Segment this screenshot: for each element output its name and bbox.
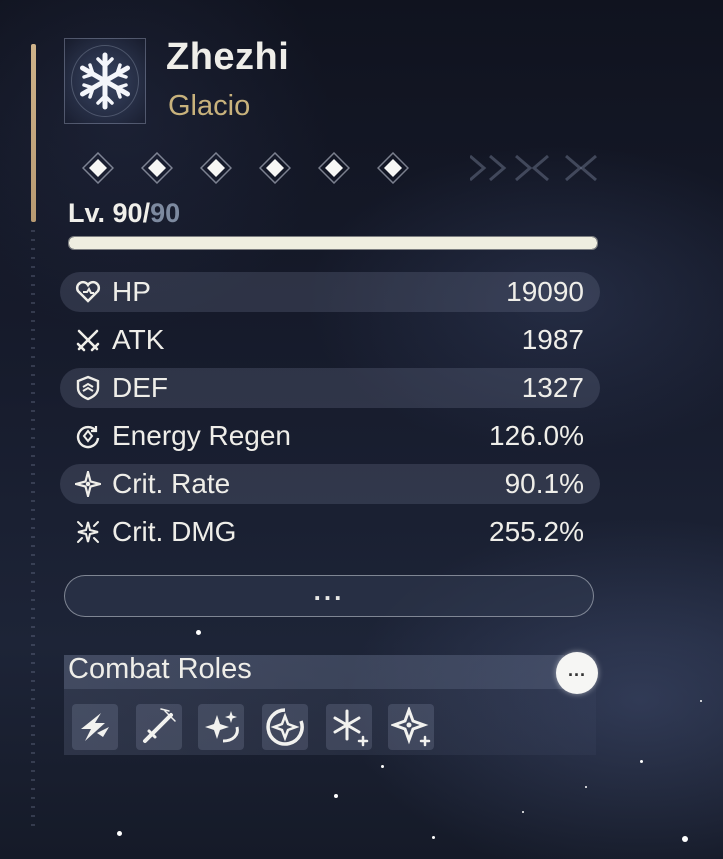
crit-rate-icon bbox=[74, 470, 102, 498]
more-stats-label: ... bbox=[313, 575, 345, 606]
diamond-icon[interactable] bbox=[259, 152, 291, 184]
heart-icon bbox=[74, 278, 102, 306]
decorative-divider bbox=[31, 230, 35, 830]
stat-value: 19090 bbox=[506, 276, 584, 307]
stat-value: 255.2% bbox=[489, 516, 584, 547]
stat-label: ATK bbox=[112, 324, 165, 355]
stat-value: 126.0% bbox=[489, 420, 584, 451]
accent-bar bbox=[31, 44, 36, 222]
character-element: Glacio bbox=[168, 90, 251, 122]
more-stats-button[interactable]: ... bbox=[64, 575, 594, 617]
combat-roles-header: Combat Roles bbox=[64, 653, 564, 689]
stat-label: DEF bbox=[112, 372, 168, 403]
stat-label: HP bbox=[112, 276, 151, 307]
sparkle-swirl-icon[interactable] bbox=[198, 704, 244, 750]
element-emblem bbox=[64, 38, 146, 124]
stat-label: Crit. Rate bbox=[112, 468, 231, 499]
stat-label: Crit. DMG bbox=[112, 516, 237, 547]
crit-dmg-icon bbox=[74, 518, 102, 546]
combat-roles-title: Combat Roles bbox=[68, 653, 252, 685]
snowflake-plus-icon[interactable] bbox=[326, 704, 372, 750]
star-circle-icon[interactable] bbox=[262, 704, 308, 750]
energy-regen-icon bbox=[74, 422, 102, 450]
diamond-icon[interactable] bbox=[200, 152, 232, 184]
stat-label: Energy Regen bbox=[112, 420, 292, 451]
stat-row-energy-regen: Energy Regen 126.0% bbox=[60, 412, 600, 460]
stat-row-def: DEF 1327 bbox=[60, 368, 600, 408]
stat-value: 1327 bbox=[521, 372, 584, 403]
character-name: Zhezhi bbox=[166, 36, 290, 78]
diamond-icon[interactable] bbox=[377, 152, 409, 184]
diamond-icon[interactable] bbox=[318, 152, 350, 184]
stats-list: HP 19090 ATK 1987 DEF 1327 Energy Regen … bbox=[60, 268, 600, 556]
lightning-icon[interactable] bbox=[72, 704, 118, 750]
stat-row-hp: HP 19090 bbox=[60, 272, 600, 312]
diamond-icon[interactable] bbox=[82, 152, 114, 184]
stat-value: 90.1% bbox=[504, 468, 584, 499]
combat-roles-info-button[interactable]: ... bbox=[556, 652, 598, 694]
star-plus-icon[interactable] bbox=[388, 704, 434, 750]
stat-row-atk: ATK 1987 bbox=[60, 316, 600, 364]
stat-value: 1987 bbox=[521, 324, 584, 355]
sword-icon[interactable] bbox=[136, 704, 182, 750]
shield-icon bbox=[74, 374, 102, 402]
sequence-decoration bbox=[470, 154, 597, 182]
stat-row-crit-dmg: Crit. DMG 255.2% bbox=[60, 508, 600, 556]
stat-row-crit-rate: Crit. Rate 90.1% bbox=[60, 464, 600, 504]
level-display: Lv. 90/90 bbox=[68, 198, 181, 228]
level-progress-fill bbox=[69, 237, 597, 249]
diamond-icon[interactable] bbox=[141, 152, 173, 184]
crossed-swords-icon bbox=[74, 326, 102, 354]
level-progress-bar bbox=[68, 236, 598, 250]
sequence-nodes bbox=[70, 150, 597, 186]
